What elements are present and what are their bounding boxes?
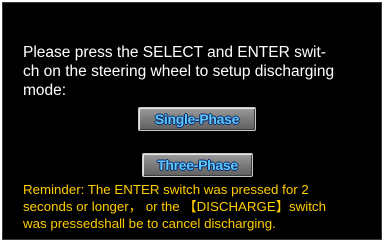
instruction-line-1: Please press the SELECT and ENTER swit- [23,44,326,61]
instruction-line-2: ch on the steering wheel to setup discha… [23,63,335,80]
discharge-mode-screen: Please press the SELECT and ENTER swit- … [2,2,382,240]
reminder-text: Reminder: The ENTER switch was pressed f… [23,181,381,232]
instruction-line-3: mode: [23,82,67,99]
single-phase-label: Single-Phase [154,111,240,127]
instruction-text: Please press the SELECT and ENTER swit- … [23,43,371,100]
reminder-line-1: Reminder: The ENTER switch was pressed f… [23,182,309,197]
three-phase-label: Three-Phase [157,157,238,173]
reminder-line-3: was pressedshall be to cancel dischargin… [23,216,276,231]
single-phase-button[interactable]: Single-Phase [138,107,256,131]
three-phase-button[interactable]: Three-Phase [142,153,253,177]
reminder-line-2: seconds or longer， or the 【DISCHARGE】swi… [23,199,326,214]
